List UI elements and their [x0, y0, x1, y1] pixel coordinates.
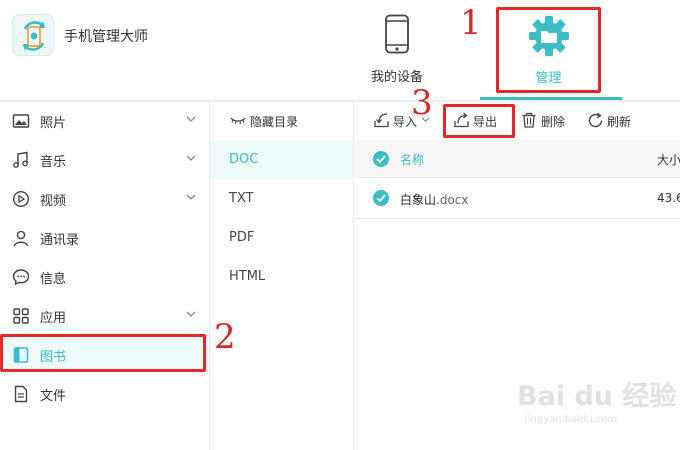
annotation-number-1: 1 — [460, 3, 482, 43]
check-icon — [376, 194, 386, 202]
check-icon — [376, 155, 386, 163]
annotation-highlight-books — [0, 334, 206, 372]
annotation-number-3: 3 — [411, 83, 433, 123]
doc-type-label: DOC — [229, 152, 259, 167]
app-title: 手机管理大师 — [64, 29, 148, 45]
sidebar-item-label: 照片 — [40, 116, 67, 131]
sidebar-item-files[interactable]: 文件 — [0, 375, 208, 413]
apps-icon — [13, 308, 29, 324]
sidebar-item-messages[interactable]: 信息 — [0, 258, 208, 296]
sidebar-item-videos[interactable]: 视频 — [0, 180, 208, 218]
doc-type-label: PDF — [229, 230, 255, 245]
sidebar-item-label: 音乐 — [40, 155, 67, 170]
phone-icon — [385, 14, 409, 54]
sidebar-item-label: 信息 — [40, 272, 67, 287]
doc-type-doc[interactable]: DOC — [210, 141, 353, 179]
trash-icon — [522, 112, 536, 128]
annotation-number-2: 2 — [214, 317, 236, 357]
eye-closed-icon — [230, 117, 246, 124]
file-list-header: 名称 大小 — [355, 140, 680, 178]
doc-type-label: TXT — [229, 191, 254, 206]
chevron-down-icon[interactable] — [186, 115, 196, 123]
baidu-watermark: Bai du 经验 jingyan.baidu.com — [505, 370, 677, 432]
music-icon — [13, 151, 28, 168]
hide-directory-label: 隐藏目录 — [250, 115, 299, 129]
message-icon — [12, 269, 30, 286]
doc-type-panel: 隐藏目录 DOC TXT PDF HTML — [210, 102, 354, 450]
file-name-base: 白象山 — [400, 193, 437, 207]
delete-label: 删除 — [541, 115, 566, 129]
file-name-extension: .docx — [436, 193, 469, 207]
sidebar-item-photos[interactable]: 照片 — [0, 102, 208, 140]
select-all-checkbox[interactable] — [373, 151, 389, 167]
import-icon — [374, 113, 389, 128]
doc-type-html[interactable]: HTML — [210, 258, 353, 296]
refresh-icon — [588, 112, 603, 128]
column-header-size[interactable]: 大小 — [657, 151, 680, 168]
chevron-down-icon[interactable] — [186, 154, 196, 162]
sidebar-item-label: 文件 — [40, 389, 67, 404]
doc-type-label: HTML — [229, 269, 266, 284]
sidebar-item-contacts[interactable]: 通讯录 — [0, 219, 208, 257]
watermark-sub: jingyan.baidu.com — [525, 414, 618, 425]
row-checkbox[interactable] — [373, 190, 389, 206]
column-header-name[interactable]: 名称 — [400, 151, 424, 168]
app-logo — [12, 14, 54, 56]
annotation-highlight-manage — [496, 7, 601, 93]
table-row[interactable]: 白象山.docx 43.6 — [355, 178, 680, 219]
photo-icon — [12, 114, 30, 128]
sidebar-item-label: 视频 — [40, 194, 67, 209]
file-size: 43.6 — [657, 191, 680, 205]
chevron-down-icon[interactable] — [186, 193, 196, 201]
chevron-down-icon[interactable] — [186, 310, 196, 318]
annotation-highlight-export — [443, 104, 515, 138]
doc-type-pdf[interactable]: PDF — [210, 219, 353, 257]
toolbar: 导入 导出 删除 刷新 — [355, 102, 680, 140]
contacts-icon — [13, 230, 29, 247]
sidebar-item-music[interactable]: 音乐 — [0, 141, 208, 179]
watermark-main: Bai du 经验 — [517, 381, 677, 412]
video-icon — [12, 190, 30, 208]
file-name: 白象山.docx — [400, 191, 469, 208]
refresh-label: 刷新 — [607, 115, 632, 129]
sidebar-item-label: 通讯录 — [40, 233, 80, 248]
sidebar-item-label: 应用 — [40, 311, 67, 326]
sidebar-item-apps[interactable]: 应用 — [0, 297, 208, 335]
sidebar: 照片 音乐 视频 通讯录 信息 应用 图书 文件 — [0, 102, 210, 450]
doc-type-txt[interactable]: TXT — [210, 180, 353, 218]
file-icon — [14, 385, 28, 403]
